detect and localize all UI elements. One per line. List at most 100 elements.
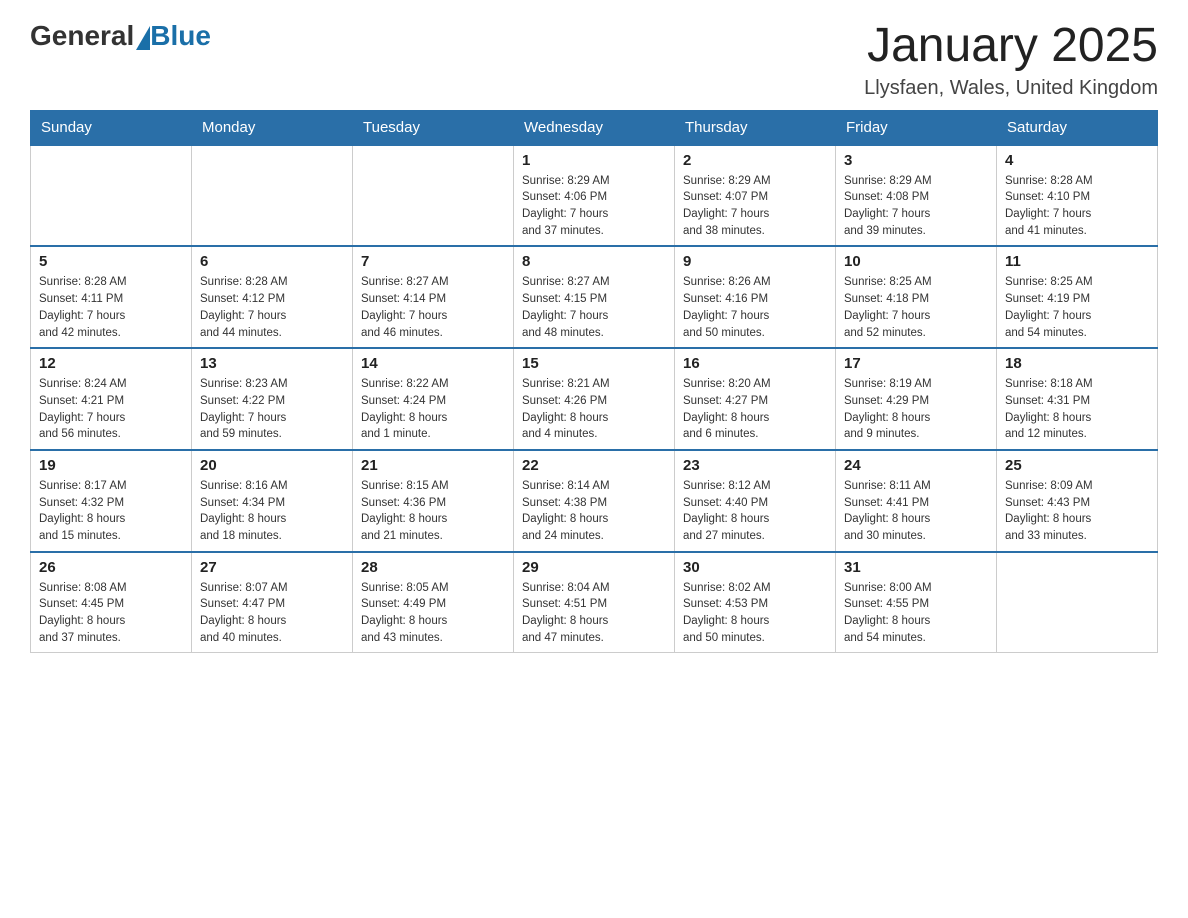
- day-info: Sunrise: 8:28 AMSunset: 4:10 PMDaylight:…: [1005, 173, 1149, 240]
- day-number: 27: [200, 559, 344, 576]
- table-row: 22 Sunrise: 8:14 AMSunset: 4:38 PMDayligh…: [514, 450, 675, 552]
- table-row: 16Sunrise: 8:20 AMSunset: 4:27 PMDayligh…: [675, 348, 836, 450]
- day-number: 18: [1005, 355, 1149, 372]
- day-number: 4: [1005, 152, 1149, 169]
- calendar-week-row: 12 Sunrise: 8:24 AMSunset: 4:21 PMDayligh…: [31, 348, 1158, 450]
- day-number: 13: [200, 355, 344, 372]
- calendar-subtitle: Llysfaen, Wales, United Kingdom: [864, 77, 1158, 100]
- day-info: Sunrise: 8:27 AMSunset: 4:15 PMDaylight:…: [522, 274, 666, 341]
- day-number: 7: [361, 253, 505, 270]
- day-info: Sunrise: 8:08 AMSunset: 4:45 PMDaylight:…: [39, 580, 183, 647]
- day-info: Sunrise: 8:19 AMSunset: 4:29 PMDaylight:…: [844, 376, 988, 443]
- table-row: 23 Sunrise: 8:12 AMSunset: 4:40 PMDayligh…: [675, 450, 836, 552]
- day-number: 5: [39, 253, 183, 270]
- day-number: 22: [522, 457, 666, 474]
- day-number: 24: [844, 457, 988, 474]
- day-info: Sunrise: 8:05 AMSunset: 4:49 PMDaylight:…: [361, 580, 505, 647]
- table-row: 20Sunrise: 8:16 AMSunset: 4:34 PMDayligh…: [192, 450, 353, 552]
- title-block: January 2025 Llysfaen, Wales, United Kin…: [864, 20, 1158, 100]
- day-info: Sunrise: 8:04 AMSunset: 4:51 PMDaylight:…: [522, 580, 666, 647]
- day-number: 9: [683, 253, 827, 270]
- table-row: 6Sunrise: 8:28 AMSunset: 4:12 PMDaylight…: [192, 246, 353, 348]
- calendar-week-row: 19 Sunrise: 8:17 AMSunset: 4:32 PMDayligh…: [31, 450, 1158, 552]
- day-info: Sunrise: 8:25 AMSunset: 4:18 PMDaylight:…: [844, 274, 988, 341]
- col-tuesday: Tuesday: [353, 110, 514, 145]
- table-row: 8 Sunrise: 8:27 AMSunset: 4:15 PMDaylight…: [514, 246, 675, 348]
- calendar-week-row: 26Sunrise: 8:08 AMSunset: 4:45 PMDayligh…: [31, 552, 1158, 653]
- day-info: Sunrise: 8:24 AMSunset: 4:21 PMDaylight:…: [39, 376, 183, 443]
- day-number: 25: [1005, 457, 1149, 474]
- table-row: 11 Sunrise: 8:25 AMSunset: 4:19 PMDayligh…: [997, 246, 1158, 348]
- day-number: 14: [361, 355, 505, 372]
- table-row: 30Sunrise: 8:02 AMSunset: 4:53 PMDayligh…: [675, 552, 836, 653]
- table-row: 29 Sunrise: 8:04 AMSunset: 4:51 PMDayligh…: [514, 552, 675, 653]
- day-number: 12: [39, 355, 183, 372]
- day-info: Sunrise: 8:20 AMSunset: 4:27 PMDaylight:…: [683, 376, 827, 443]
- table-row: 10 Sunrise: 8:25 AMSunset: 4:18 PMDayligh…: [836, 246, 997, 348]
- table-row: 14 Sunrise: 8:22 AMSunset: 4:24 PMDayligh…: [353, 348, 514, 450]
- calendar-header-row: Sunday Monday Tuesday Wednesday Thursday…: [31, 110, 1158, 145]
- day-info: Sunrise: 8:12 AMSunset: 4:40 PMDaylight:…: [683, 478, 827, 545]
- table-row: 13Sunrise: 8:23 AMSunset: 4:22 PMDayligh…: [192, 348, 353, 450]
- day-number: 3: [844, 152, 988, 169]
- col-wednesday: Wednesday: [514, 110, 675, 145]
- day-number: 20: [200, 457, 344, 474]
- logo-general: General: [30, 20, 134, 52]
- table-row: 2 Sunrise: 8:29 AMSunset: 4:07 PMDaylight…: [675, 145, 836, 247]
- calendar-week-row: 5 Sunrise: 8:28 AMSunset: 4:11 PMDaylight…: [31, 246, 1158, 348]
- table-row: 7 Sunrise: 8:27 AMSunset: 4:14 PMDaylight…: [353, 246, 514, 348]
- day-number: 17: [844, 355, 988, 372]
- day-info: Sunrise: 8:14 AMSunset: 4:38 PMDaylight:…: [522, 478, 666, 545]
- day-number: 6: [200, 253, 344, 270]
- day-info: Sunrise: 8:18 AMSunset: 4:31 PMDaylight:…: [1005, 376, 1149, 443]
- day-info: Sunrise: 8:07 AMSunset: 4:47 PMDaylight:…: [200, 580, 344, 647]
- day-info: Sunrise: 8:27 AMSunset: 4:14 PMDaylight:…: [361, 274, 505, 341]
- calendar-title: January 2025: [864, 20, 1158, 73]
- table-row: 31 Sunrise: 8:00 AMSunset: 4:55 PMDayligh…: [836, 552, 997, 653]
- day-info: Sunrise: 8:02 AMSunset: 4:53 PMDaylight:…: [683, 580, 827, 647]
- day-info: Sunrise: 8:00 AMSunset: 4:55 PMDaylight:…: [844, 580, 988, 647]
- day-info: Sunrise: 8:22 AMSunset: 4:24 PMDaylight:…: [361, 376, 505, 443]
- day-info: Sunrise: 8:09 AMSunset: 4:43 PMDaylight:…: [1005, 478, 1149, 545]
- day-number: 31: [844, 559, 988, 576]
- day-number: 11: [1005, 253, 1149, 270]
- calendar-week-row: 1 Sunrise: 8:29 AMSunset: 4:06 PMDaylight…: [31, 145, 1158, 247]
- day-number: 1: [522, 152, 666, 169]
- table-row: [997, 552, 1158, 653]
- logo: General Blue: [30, 20, 211, 52]
- day-info: Sunrise: 8:29 AMSunset: 4:06 PMDaylight:…: [522, 173, 666, 240]
- day-number: 29: [522, 559, 666, 576]
- day-number: 2: [683, 152, 827, 169]
- day-info: Sunrise: 8:29 AMSunset: 4:07 PMDaylight:…: [683, 173, 827, 240]
- table-row: 4 Sunrise: 8:28 AMSunset: 4:10 PMDaylight…: [997, 145, 1158, 247]
- col-monday: Monday: [192, 110, 353, 145]
- table-row: 27 Sunrise: 8:07 AMSunset: 4:47 PMDayligh…: [192, 552, 353, 653]
- table-row: 28Sunrise: 8:05 AMSunset: 4:49 PMDayligh…: [353, 552, 514, 653]
- table-row: [31, 145, 192, 247]
- day-info: Sunrise: 8:26 AMSunset: 4:16 PMDaylight:…: [683, 274, 827, 341]
- table-row: [192, 145, 353, 247]
- table-row: 18 Sunrise: 8:18 AMSunset: 4:31 PMDayligh…: [997, 348, 1158, 450]
- table-row: 26Sunrise: 8:08 AMSunset: 4:45 PMDayligh…: [31, 552, 192, 653]
- day-number: 21: [361, 457, 505, 474]
- table-row: 25 Sunrise: 8:09 AMSunset: 4:43 PMDayligh…: [997, 450, 1158, 552]
- day-info: Sunrise: 8:11 AMSunset: 4:41 PMDaylight:…: [844, 478, 988, 545]
- day-number: 15: [522, 355, 666, 372]
- day-info: Sunrise: 8:29 AMSunset: 4:08 PMDaylight:…: [844, 173, 988, 240]
- table-row: 15 Sunrise: 8:21 AMSunset: 4:26 PMDayligh…: [514, 348, 675, 450]
- calendar-table: Sunday Monday Tuesday Wednesday Thursday…: [30, 110, 1158, 653]
- day-info: Sunrise: 8:17 AMSunset: 4:32 PMDaylight:…: [39, 478, 183, 545]
- day-info: Sunrise: 8:28 AMSunset: 4:11 PMDaylight:…: [39, 274, 183, 341]
- table-row: 3 Sunrise: 8:29 AMSunset: 4:08 PMDaylight…: [836, 145, 997, 247]
- day-info: Sunrise: 8:25 AMSunset: 4:19 PMDaylight:…: [1005, 274, 1149, 341]
- page-header: General Blue January 2025 Llysfaen, Wale…: [30, 20, 1158, 100]
- day-info: Sunrise: 8:15 AMSunset: 4:36 PMDaylight:…: [361, 478, 505, 545]
- table-row: 17 Sunrise: 8:19 AMSunset: 4:29 PMDayligh…: [836, 348, 997, 450]
- col-thursday: Thursday: [675, 110, 836, 145]
- day-number: 8: [522, 253, 666, 270]
- day-number: 19: [39, 457, 183, 474]
- day-number: 23: [683, 457, 827, 474]
- day-info: Sunrise: 8:21 AMSunset: 4:26 PMDaylight:…: [522, 376, 666, 443]
- day-number: 10: [844, 253, 988, 270]
- table-row: 12 Sunrise: 8:24 AMSunset: 4:21 PMDayligh…: [31, 348, 192, 450]
